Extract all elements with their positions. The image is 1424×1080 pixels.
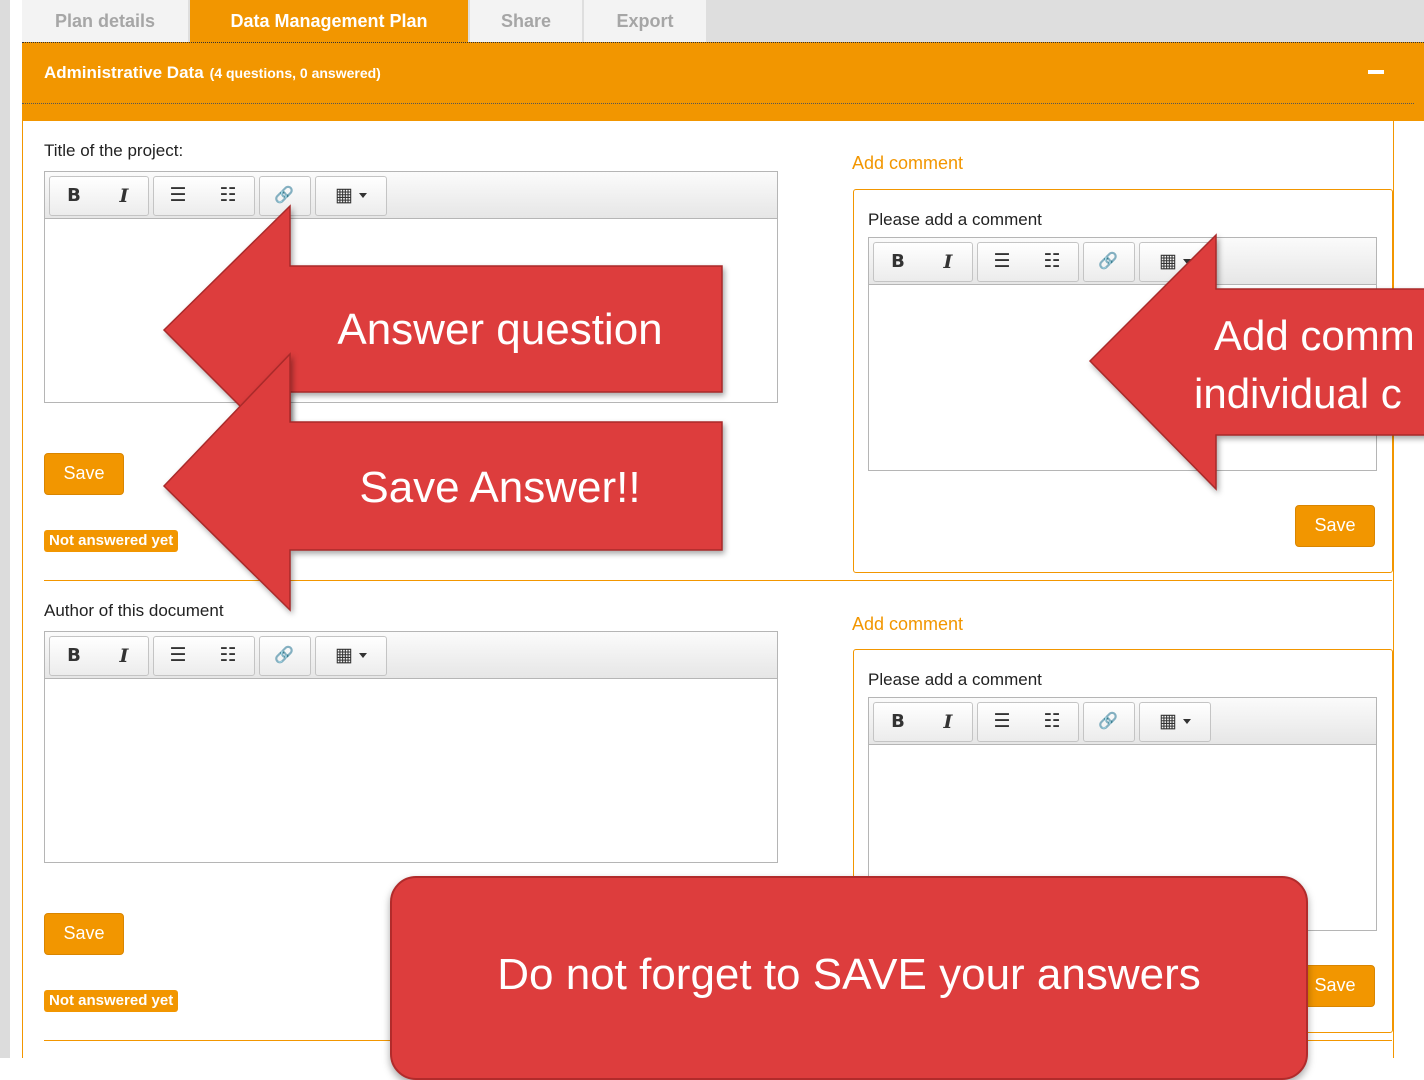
tab-bar: Plan details Data Management Plan Share … bbox=[22, 0, 1424, 42]
save-reminder-callout: Do not forget to SAVE your answers bbox=[390, 876, 1308, 1080]
question-label: Title of the project: bbox=[44, 141, 184, 160]
save-reminder-text: Do not forget to SAVE your answers bbox=[497, 950, 1201, 999]
section-question-count: (4 questions, 0 answered) bbox=[209, 65, 381, 81]
bold-button[interactable]: B bbox=[50, 637, 98, 675]
format-group: B I bbox=[873, 702, 973, 742]
section-header[interactable]: Administrative Data (4 questions, 0 answe… bbox=[22, 42, 1424, 121]
save-answer-button[interactable]: Save bbox=[44, 453, 124, 495]
tab-share[interactable]: Share bbox=[470, 0, 582, 42]
add-comment-label-line1: Add comm bbox=[1214, 312, 1415, 359]
list-group: ☰ ☷ bbox=[977, 702, 1079, 742]
status-badge: Not answered yet bbox=[44, 530, 179, 552]
tab-export[interactable]: Export bbox=[584, 0, 706, 42]
link-icon[interactable]: 🔗 bbox=[260, 637, 308, 675]
left-margin-strip bbox=[0, 0, 10, 1058]
list-group: ☰ ☷ bbox=[153, 636, 255, 676]
tab-plan-details[interactable]: Plan details bbox=[22, 0, 188, 42]
comment-prompt: Please add a comment bbox=[868, 670, 1042, 689]
bold-button[interactable]: B bbox=[50, 177, 98, 215]
link-group: 🔗 bbox=[259, 636, 311, 676]
italic-button[interactable]: I bbox=[924, 703, 972, 741]
answer-question-label: Answer question bbox=[337, 305, 663, 354]
add-comment-link[interactable]: Add comment bbox=[852, 614, 963, 635]
bold-button[interactable]: B bbox=[874, 703, 922, 741]
table-dropdown[interactable]: ▦ bbox=[1140, 703, 1210, 741]
add-comment-arrow bbox=[1088, 233, 1424, 491]
section-title-text: Administrative Data bbox=[44, 63, 204, 82]
numbered-list-icon[interactable]: ☷ bbox=[1028, 243, 1076, 281]
bullet-list-icon[interactable]: ☰ bbox=[978, 243, 1026, 281]
editor-toolbar: B I ☰ ☷ 🔗 ▦ bbox=[45, 632, 777, 679]
link-icon[interactable]: 🔗 bbox=[1084, 703, 1132, 741]
save-answer-button[interactable]: Save bbox=[44, 913, 124, 955]
save-answer-label: Save Answer!! bbox=[359, 463, 641, 512]
table-icon: ▦ bbox=[335, 645, 353, 666]
bullet-list-icon[interactable]: ☰ bbox=[978, 703, 1026, 741]
table-icon: ▦ bbox=[335, 185, 353, 206]
format-group: B I bbox=[49, 636, 149, 676]
tab-data-management-plan[interactable]: Data Management Plan bbox=[190, 0, 468, 42]
table-group: ▦ bbox=[315, 636, 387, 676]
minus-icon[interactable] bbox=[1368, 70, 1384, 74]
answer-editor[interactable]: B I ☰ ☷ 🔗 ▦ bbox=[44, 631, 778, 863]
italic-button[interactable]: I bbox=[100, 637, 148, 675]
link-group: 🔗 bbox=[1083, 702, 1135, 742]
table-icon: ▦ bbox=[1159, 711, 1177, 732]
numbered-list-icon[interactable]: ☷ bbox=[1028, 703, 1076, 741]
format-group: B I bbox=[49, 176, 149, 216]
save-comment-button[interactable]: Save bbox=[1295, 505, 1375, 547]
italic-button[interactable]: I bbox=[924, 243, 972, 281]
format-group: B I bbox=[873, 242, 973, 282]
status-badge: Not answered yet bbox=[44, 990, 179, 1012]
bold-button[interactable]: B bbox=[874, 243, 922, 281]
section-title: Administrative Data (4 questions, 0 answe… bbox=[44, 63, 381, 83]
chevron-down-icon bbox=[358, 193, 367, 199]
table-dropdown[interactable]: ▦ bbox=[316, 637, 386, 675]
table-group: ▦ bbox=[1139, 702, 1211, 742]
numbered-list-icon[interactable]: ☷ bbox=[204, 637, 252, 675]
italic-button[interactable]: I bbox=[100, 177, 148, 215]
list-group: ☰ ☷ bbox=[977, 242, 1079, 282]
comment-prompt: Please add a comment bbox=[868, 210, 1042, 229]
add-comment-link[interactable]: Add comment bbox=[852, 153, 963, 174]
chevron-down-icon bbox=[358, 653, 367, 659]
editor-toolbar: B I ☰ ☷ 🔗 ▦ bbox=[869, 698, 1376, 745]
chevron-down-icon bbox=[1182, 719, 1191, 725]
bullet-list-icon[interactable]: ☰ bbox=[154, 637, 202, 675]
add-comment-label-line2: individual c bbox=[1194, 370, 1402, 417]
